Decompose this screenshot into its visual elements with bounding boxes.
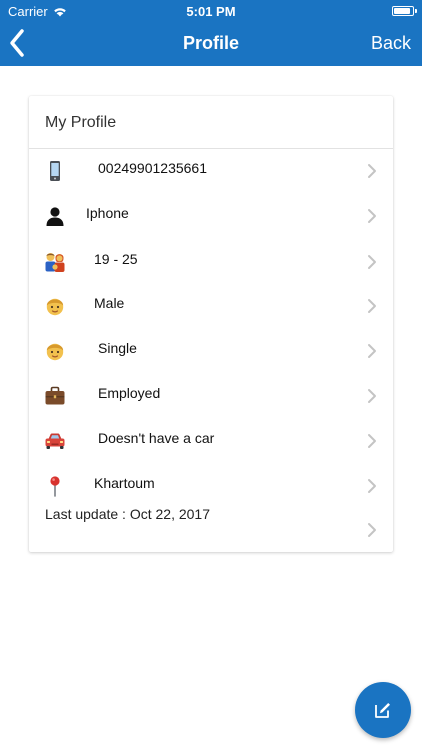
chevron-right-icon [368,389,376,403]
navigation-bar: Profile Back [0,22,422,66]
profile-row-gender[interactable]: Male [29,290,393,330]
location-pin-icon [43,474,67,498]
profile-row-label: Iphone [86,205,129,221]
status-bar: Carrier 5:01 PM [0,0,422,22]
edit-icon [375,703,390,718]
profile-row-marital-status[interactable]: Single [29,335,393,375]
chevron-right-icon [368,164,376,178]
user-silhouette-icon [43,204,67,228]
profile-row-phone[interactable]: 00249901235661 [29,155,393,195]
status-time: 5:01 PM [186,4,236,19]
chevron-right-icon [368,344,376,358]
profile-row-label: Single [98,340,137,356]
car-icon [43,429,67,453]
back-button[interactable]: Back [371,33,411,54]
profile-row-car[interactable]: Doesn't have a car [29,425,393,465]
family-icon [43,250,67,274]
chevron-right-icon [368,209,376,223]
profile-row-label: Doesn't have a car [98,430,215,446]
man-face-icon [43,339,67,363]
card-title: My Profile [45,114,117,131]
chevron-right-icon [368,479,376,493]
profile-row-employment[interactable]: Employed [29,380,393,420]
chevron-right-icon [368,255,376,269]
card-divider [29,148,393,149]
man-face-icon [43,294,67,318]
chevron-right-icon [368,299,376,313]
edit-profile-button[interactable] [355,682,411,738]
mobile-phone-icon [43,159,67,183]
profile-row-label: 19 - 25 [94,251,138,267]
profile-row-label: Employed [98,385,161,401]
profile-row-device[interactable]: Iphone [29,200,393,240]
profile-row-location[interactable]: Khartoum [29,470,393,510]
profile-row-label: 00249901235661 [98,160,208,176]
profile-card: My Profile 00249901235661 Iphone 19 - 25… [29,96,393,552]
chevron-right-icon [368,434,376,448]
profile-row-label: Male [94,295,125,311]
profile-row-label: Khartoum [94,475,155,491]
profile-row-age[interactable]: 19 - 25 [29,246,393,286]
page-title: Profile [182,33,239,53]
briefcase-icon [43,384,67,408]
last-update-text: Last update : Oct 22, 2017 [45,506,211,522]
battery-icon [392,6,417,16]
app-header: Carrier 5:01 PM Profile Back [0,0,422,66]
chevron-right-icon[interactable] [367,522,377,538]
